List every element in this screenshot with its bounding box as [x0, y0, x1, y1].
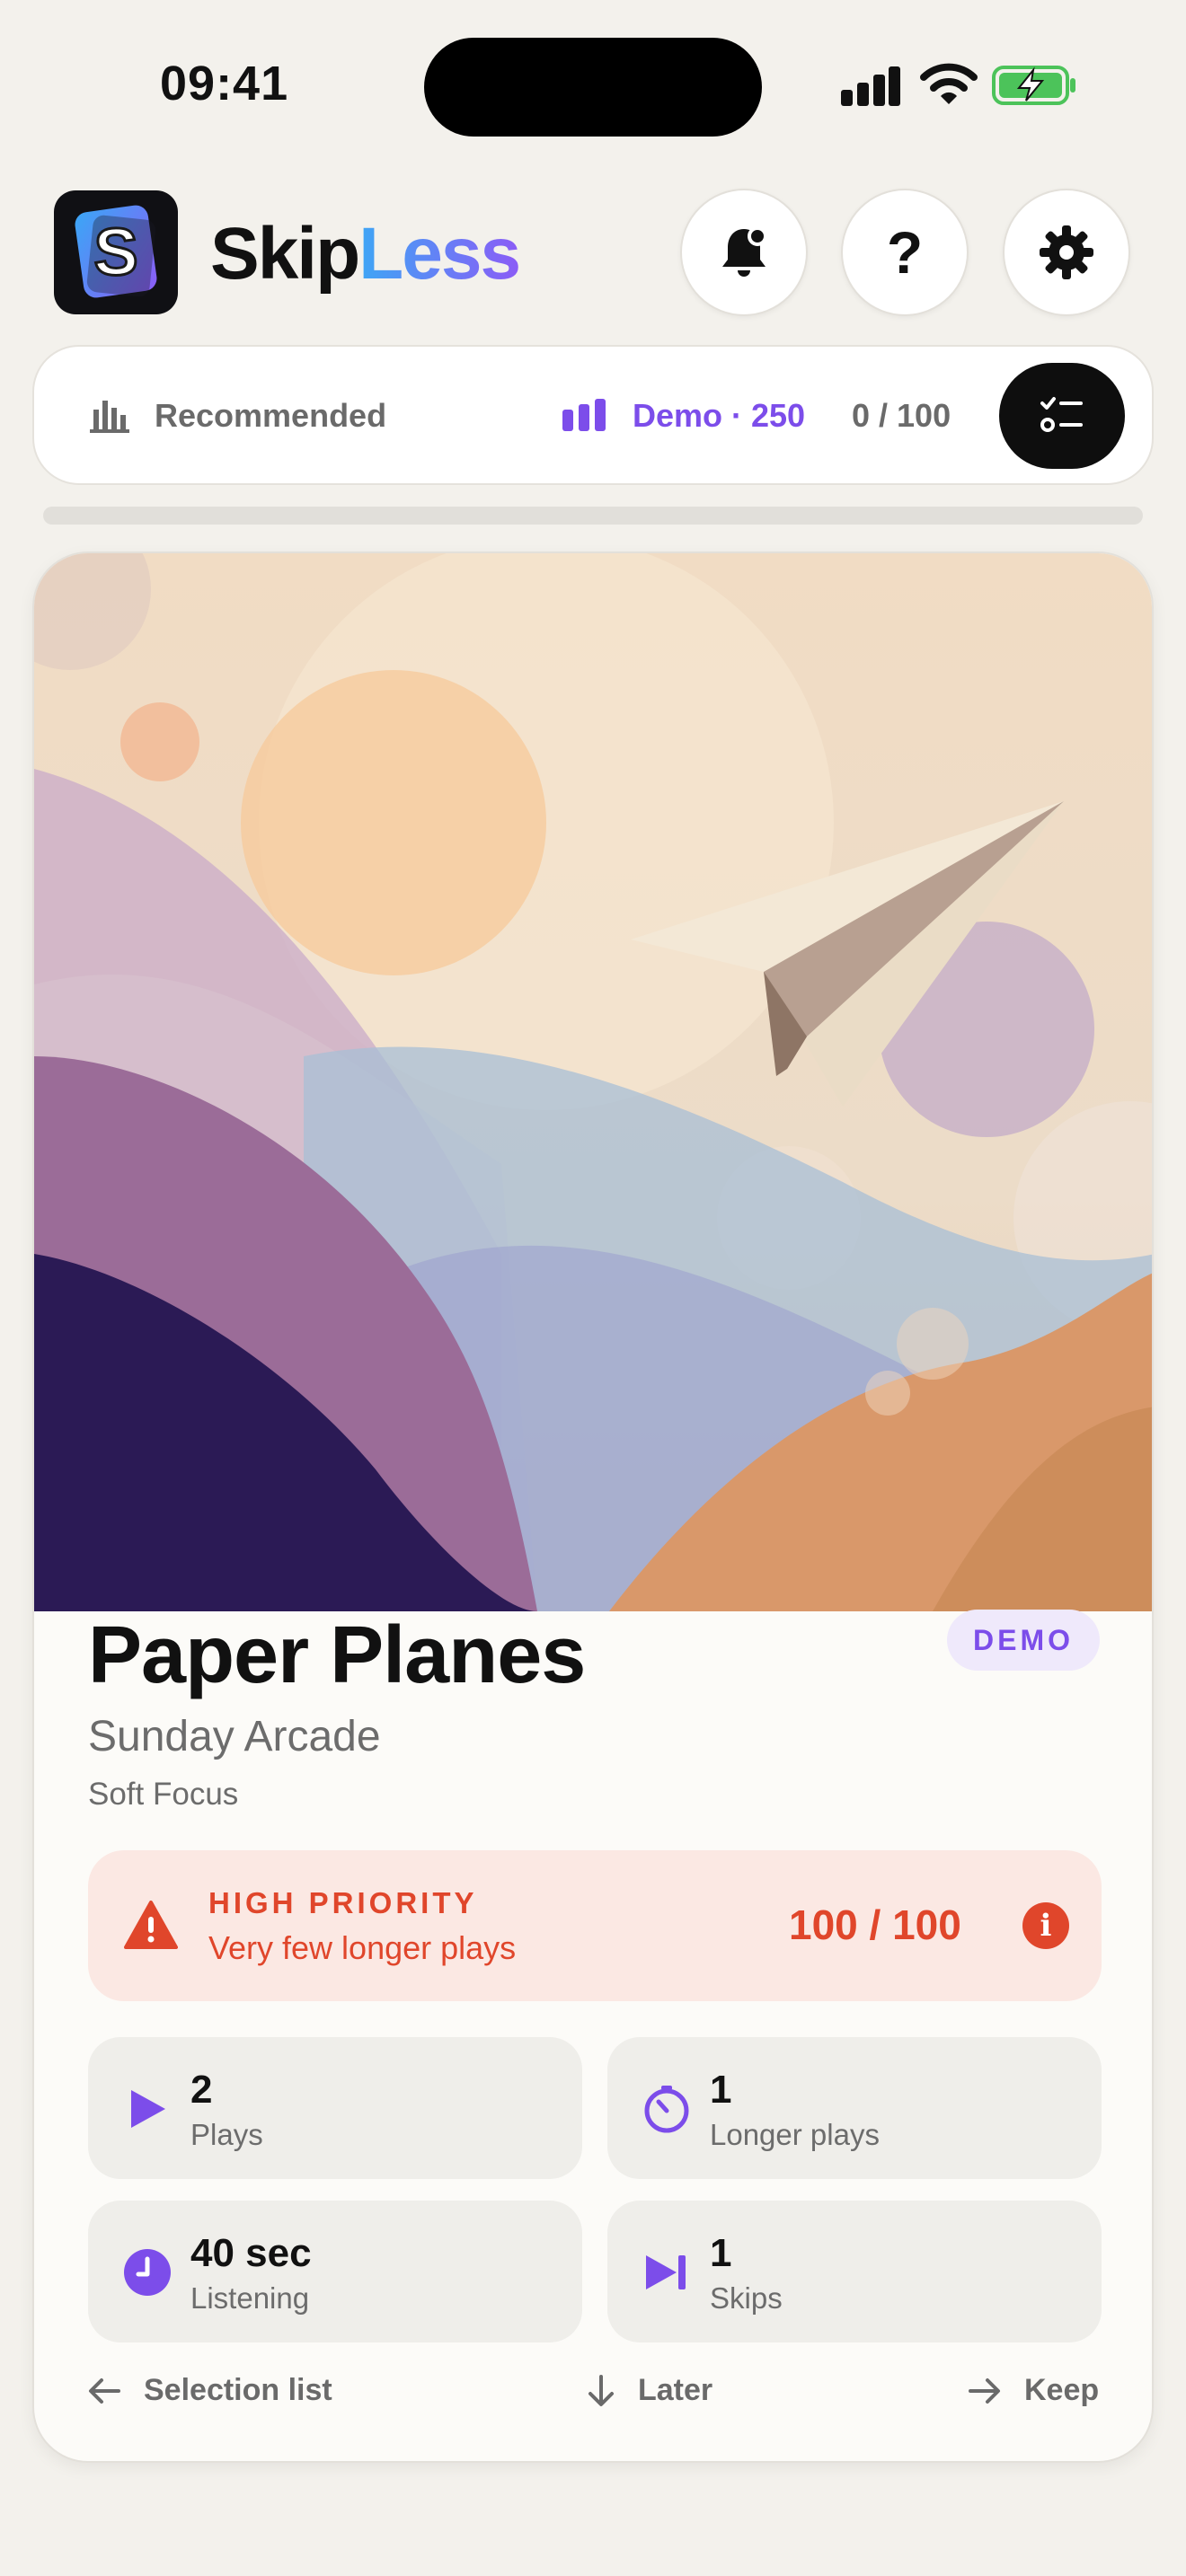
keep-label: Keep: [1024, 2373, 1100, 2407]
arrow-down-icon: [589, 2374, 614, 2406]
artwork-paper-plane-illustration: [34, 553, 1152, 1611]
warning-icon: [124, 1901, 178, 1949]
app-name-part2: Less: [358, 213, 521, 295]
stat-longer-label: Longer plays: [710, 2118, 880, 2151]
priority-banner: HIGH PRIORITY Very few longer plays 100 …: [88, 1850, 1102, 2001]
bell-icon: [722, 226, 767, 277]
stat-plays-label: Plays: [190, 2118, 263, 2151]
priority-title: HIGH PRIORITY: [208, 1886, 478, 1919]
status-time: 09:41: [160, 57, 289, 110]
status-bar: 09:41: [0, 0, 1186, 171]
gear-icon: [1040, 225, 1093, 279]
album-artwork: [34, 553, 1152, 1611]
skip-forward-icon: [640, 2245, 694, 2299]
stat-listening-value: 40 sec: [190, 2231, 312, 2275]
review-count: 0 / 100: [852, 397, 951, 434]
stat-skips: 1 Skips: [607, 2201, 1102, 2342]
play-icon: [120, 2082, 174, 2136]
battery-charging-icon: [992, 66, 1075, 105]
sort-label[interactable]: Recommended: [155, 397, 386, 435]
sort-chart-icon: [90, 401, 129, 433]
settings-button[interactable]: [1003, 189, 1130, 316]
stat-longer-value: 1: [710, 2068, 732, 2112]
stat-skips-value: 1: [710, 2231, 732, 2275]
info-icon[interactable]: i: [1022, 1902, 1069, 1949]
track-artist: Sunday Arcade: [88, 1713, 381, 1760]
selection-list-action[interactable]: Selection list: [88, 2373, 332, 2408]
review-progress-bar: [43, 507, 1143, 525]
later-action[interactable]: Later: [588, 2373, 712, 2408]
keep-action[interactable]: Keep: [969, 2373, 1099, 2408]
later-label: Later: [638, 2373, 713, 2407]
arrow-right-icon: [969, 2378, 1000, 2404]
svg-text:S: S: [93, 215, 137, 289]
app-name: SkipLess: [210, 212, 521, 296]
question-icon: ?: [886, 219, 924, 286]
stat-listening: 40 sec Listening: [88, 2201, 582, 2342]
demo-bars-icon: [562, 399, 606, 431]
track-card[interactable]: Paper Planes DEMO Sunday Arcade Soft Foc…: [32, 551, 1154, 2463]
track-title: Paper Planes: [88, 1610, 586, 1700]
dynamic-island: [424, 38, 762, 137]
app-logo: S: [54, 190, 178, 314]
clock-icon: [120, 2245, 174, 2299]
stat-plays-value: 2: [190, 2068, 213, 2112]
priority-reason: Very few longer plays: [208, 1929, 517, 1966]
stat-skips-label: Skips: [710, 2281, 783, 2315]
track-album: Soft Focus: [88, 1777, 239, 1812]
help-button[interactable]: ?: [841, 189, 969, 316]
cellular-signal-icon: [841, 65, 900, 106]
stat-longer-plays: 1 Longer plays: [607, 2037, 1102, 2179]
selection-list-label: Selection list: [144, 2373, 332, 2407]
logo-graphic: S: [75, 205, 157, 298]
arrow-left-icon: [89, 2378, 120, 2404]
timer-icon: [640, 2082, 694, 2136]
app-name-part1: Skip: [210, 213, 360, 295]
priority-score: 100 / 100: [789, 1901, 961, 1948]
demo-filter-label[interactable]: Demo · 250: [633, 397, 805, 435]
checklist-button[interactable]: [999, 363, 1125, 469]
checklist-icon: [1040, 397, 1083, 432]
demo-badge: DEMO: [947, 1610, 1100, 1671]
wifi-icon: [920, 63, 978, 104]
filter-bar: Recommended Demo · 250 0 / 100: [32, 345, 1154, 485]
notifications-button[interactable]: [680, 189, 808, 316]
stat-plays: 2 Plays: [88, 2037, 582, 2179]
stat-listening-label: Listening: [190, 2281, 310, 2315]
